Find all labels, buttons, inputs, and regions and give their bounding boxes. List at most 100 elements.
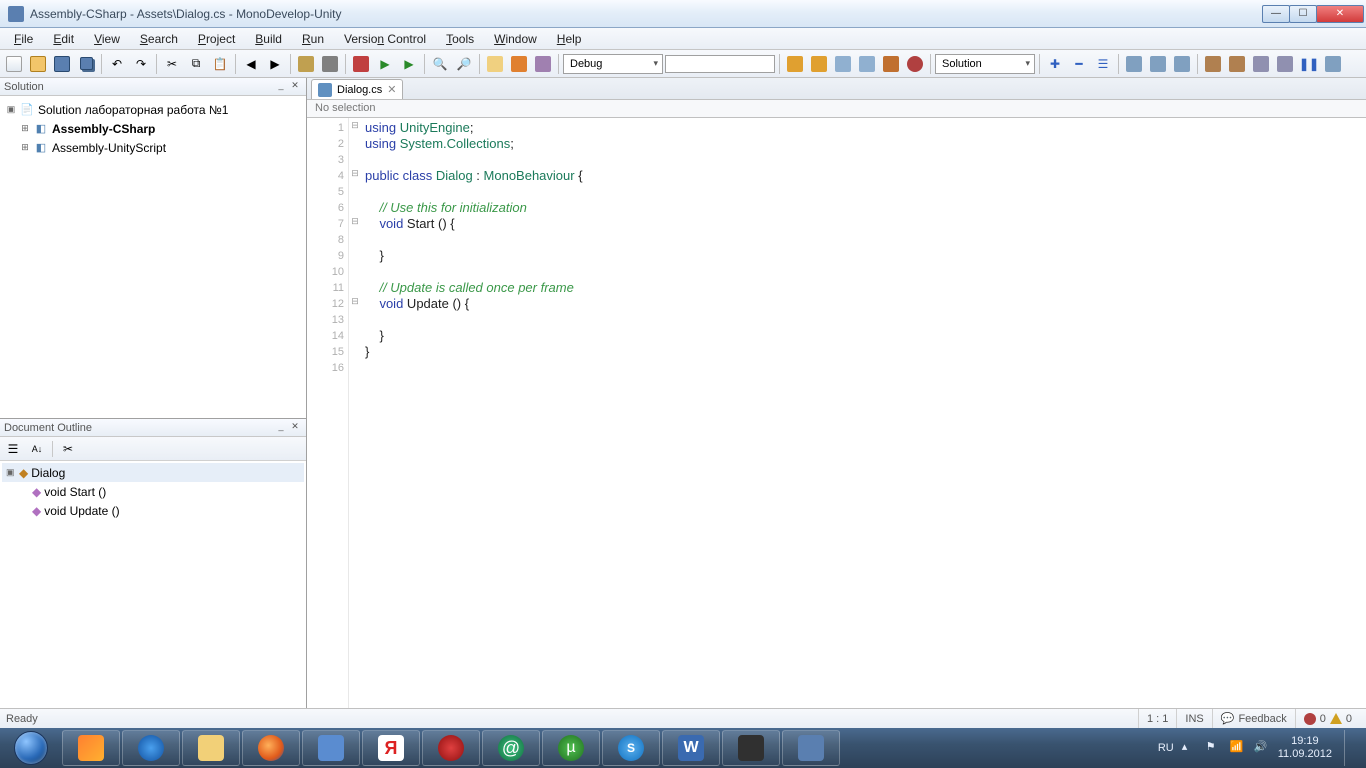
find-files-button[interactable]: 🔎 xyxy=(453,53,475,75)
menu-window[interactable]: Window xyxy=(484,30,547,48)
run-button[interactable]: ▶ xyxy=(374,53,396,75)
fold-column[interactable]: ⊟⊟⊟⊟ xyxy=(349,118,361,708)
build-button[interactable] xyxy=(295,53,317,75)
uncomment-button[interactable] xyxy=(1226,53,1248,75)
member4-button[interactable] xyxy=(904,53,926,75)
outline-close-button[interactable]: ✕ xyxy=(288,421,302,435)
copy-button[interactable]: ⧉ xyxy=(185,53,207,75)
outline-method-row[interactable]: ◆void Update () xyxy=(2,501,304,520)
taskbar-opera[interactable] xyxy=(422,730,480,766)
debug-button[interactable]: ▶ xyxy=(398,53,420,75)
taskbar-word[interactable]: W xyxy=(662,730,720,766)
tree-expander-icon[interactable]: ▣ xyxy=(6,467,16,478)
menu-project[interactable]: Project xyxy=(188,30,245,48)
taskbar-monodevelop[interactable] xyxy=(782,730,840,766)
outline-az-button[interactable]: A↓ xyxy=(28,440,46,458)
start-button[interactable] xyxy=(4,729,58,767)
goto-button[interactable] xyxy=(484,53,506,75)
window-maximize-button[interactable]: ☐ xyxy=(1289,5,1317,23)
target-combo[interactable]: Solution xyxy=(935,54,1035,74)
open-button[interactable] xyxy=(27,53,49,75)
add-breakpoint-button[interactable]: ✚ xyxy=(1044,53,1066,75)
clean-button[interactable] xyxy=(319,53,341,75)
tray-network-icon[interactable]: 📶 xyxy=(1230,740,1246,756)
save-button[interactable] xyxy=(51,53,73,75)
error-count[interactable]: 0 0 xyxy=(1295,709,1360,728)
taskbar-ie[interactable] xyxy=(122,730,180,766)
taskbar-mail2[interactable]: @ xyxy=(482,730,540,766)
cut-button[interactable]: ✂ xyxy=(161,53,183,75)
taskbar-yandex[interactable]: Я xyxy=(362,730,420,766)
pause-button[interactable]: ❚❚ xyxy=(1298,53,1320,75)
nav-back-button[interactable]: ◀ xyxy=(240,53,262,75)
taskbar-clock[interactable]: 19:19 11.09.2012 xyxy=(1278,735,1332,761)
code-text[interactable]: using UnityEngine;using System.Collectio… xyxy=(361,118,1366,708)
tray-flag-icon[interactable]: ⚑ xyxy=(1206,740,1222,756)
outline-sort-button[interactable]: ☰ xyxy=(4,440,22,458)
search-input[interactable] xyxy=(665,55,775,73)
taskbar-wmp[interactable] xyxy=(62,730,120,766)
member3-button[interactable] xyxy=(880,53,902,75)
menu-build[interactable]: Build xyxy=(245,30,292,48)
step-out-button[interactable] xyxy=(1171,53,1193,75)
menu-run[interactable]: Run xyxy=(292,30,334,48)
outline-class-row[interactable]: ▣ ◆ Dialog xyxy=(2,463,304,482)
panel-dock-button[interactable]: _ xyxy=(274,80,288,94)
other-button[interactable] xyxy=(532,53,554,75)
bookmark-button[interactable] xyxy=(508,53,530,75)
find-button[interactable]: 🔍 xyxy=(429,53,451,75)
outline-method-row[interactable]: ◆void Start () xyxy=(2,482,304,501)
indent-button[interactable] xyxy=(1250,53,1272,75)
tree-expander-icon[interactable]: ⊞ xyxy=(20,123,30,134)
solution-project-row[interactable]: ⊞◧Assembly-UnityScript xyxy=(2,138,304,157)
menu-help[interactable]: Help xyxy=(547,30,592,48)
taskbar-explorer[interactable] xyxy=(182,730,240,766)
outline-settings-button[interactable]: ✂ xyxy=(59,440,77,458)
solution-project-row[interactable]: ⊞◧Assembly-CSharp xyxy=(2,119,304,138)
menu-edit[interactable]: Edit xyxy=(43,30,84,48)
comment-button[interactable] xyxy=(1202,53,1224,75)
clear-breakpoints-button[interactable]: ☰ xyxy=(1092,53,1114,75)
tab-close-button[interactable]: ✕ xyxy=(387,83,396,96)
continue-button[interactable] xyxy=(1322,53,1344,75)
redo-button[interactable]: ↷ xyxy=(130,53,152,75)
unindent-button[interactable] xyxy=(1274,53,1296,75)
feedback-button[interactable]: 💬 Feedback xyxy=(1212,709,1295,728)
stop-button[interactable] xyxy=(350,53,372,75)
taskbar-unity[interactable] xyxy=(722,730,780,766)
menu-file[interactable]: File xyxy=(4,30,43,48)
window-minimize-button[interactable]: — xyxy=(1262,5,1290,23)
remove-breakpoint-button[interactable]: ━ xyxy=(1068,53,1090,75)
undo-button[interactable]: ↶ xyxy=(106,53,128,75)
window-close-button[interactable]: ✕ xyxy=(1316,5,1364,23)
taskbar-utorrent[interactable]: µ xyxy=(542,730,600,766)
editor-tab-dialog[interactable]: Dialog.cs ✕ xyxy=(311,79,403,99)
member-button[interactable] xyxy=(832,53,854,75)
step-over-button[interactable] xyxy=(1123,53,1145,75)
nav-forward-button[interactable]: ▶ xyxy=(264,53,286,75)
outline-tree[interactable]: ▣ ◆ Dialog ◆void Start ()◆void Update () xyxy=(0,461,306,708)
member2-button[interactable] xyxy=(856,53,878,75)
class-view2-button[interactable] xyxy=(808,53,830,75)
editor-breadcrumb[interactable]: No selection xyxy=(307,100,1366,118)
taskbar-skype[interactable]: S xyxy=(602,730,660,766)
language-indicator[interactable]: RU xyxy=(1158,742,1174,754)
code-editor[interactable]: 12345678910111213141516 ⊟⊟⊟⊟ using Unity… xyxy=(307,118,1366,708)
taskbar-mail[interactable] xyxy=(302,730,360,766)
panel-close-button[interactable]: ✕ xyxy=(288,80,302,94)
new-file-button[interactable] xyxy=(3,53,25,75)
solution-tree[interactable]: ▣ 📄 Solution лабораторная работа №1 ⊞◧As… xyxy=(0,96,306,418)
menu-view[interactable]: View xyxy=(84,30,130,48)
tree-expander-icon[interactable]: ⊞ xyxy=(20,142,30,153)
solution-root[interactable]: ▣ 📄 Solution лабораторная работа №1 xyxy=(2,100,304,119)
save-all-button[interactable] xyxy=(75,53,97,75)
taskbar-firefox[interactable] xyxy=(242,730,300,766)
outline-dock-button[interactable]: _ xyxy=(274,421,288,435)
step-into-button[interactable] xyxy=(1147,53,1169,75)
menu-search[interactable]: Search xyxy=(130,30,188,48)
menu-tools[interactable]: Tools xyxy=(436,30,484,48)
class-view-button[interactable] xyxy=(784,53,806,75)
tray-volume-icon[interactable]: 🔊 xyxy=(1254,740,1270,756)
configuration-combo[interactable]: Debug xyxy=(563,54,663,74)
tray-up-icon[interactable]: ▴ xyxy=(1182,740,1198,756)
